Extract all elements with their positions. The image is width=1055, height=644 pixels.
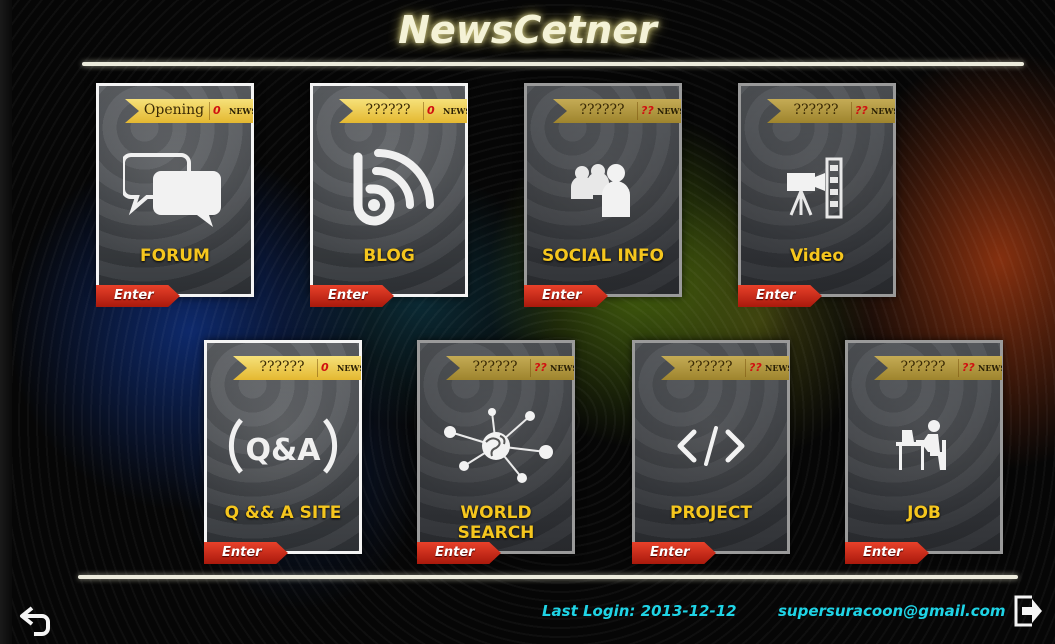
card-world-search[interactable]: ?????? ?? NEWS WORLD SEARCH Enter [417,340,575,564]
ribbon-label: ?????? [900,359,946,375]
enter-button[interactable]: Enter [417,542,501,564]
news-tag: NEWS [978,363,1007,373]
news-count: ?? [962,361,975,374]
left-edge [0,0,12,644]
blog-rss-icon [313,141,465,236]
enter-button[interactable]: Enter [96,285,180,307]
news-tag: NEWS [229,106,258,116]
ribbon-divider [317,359,318,377]
worker-desk-icon [848,398,1000,493]
enter-button[interactable]: Enter [204,542,288,564]
news-count: ?? [855,104,868,117]
chat-bubbles-icon [99,141,251,236]
ribbon-divider [637,102,638,120]
ribbon-label: Opening [143,102,205,118]
ribbon-label: ?????? [472,359,518,375]
news-tag: NEWS [337,363,366,373]
ribbon-divider [423,102,424,120]
news-count: 0 [427,104,435,117]
enter-button[interactable]: Enter [845,542,929,564]
news-ribbon: Opening 0 NEWS [125,99,253,123]
card-social-info[interactable]: ?????? ?? NEWS SOCIAL INFO Enter [524,83,682,307]
news-count: ?? [749,361,762,374]
enter-button[interactable]: Enter [310,285,394,307]
card-label: Q && A SITE [224,503,342,523]
news-ribbon: ?????? ?? NEWS [661,356,789,380]
last-login-text: Last Login: 2013-12-12 [542,602,737,620]
card-label: JOB [907,503,941,523]
news-tag: NEWS [550,363,579,373]
enter-button[interactable]: Enter [632,542,716,564]
people-group-icon [527,141,679,236]
news-ribbon: ?????? ?? NEWS [446,356,574,380]
card-qa-site[interactable]: ?????? 0 NEWS Q&A Q && A SITE Enter [204,340,362,564]
ribbon-label: ?????? [579,102,625,118]
news-count: ?? [534,361,547,374]
news-count: 0 [213,104,221,117]
card-forum[interactable]: Opening 0 NEWS FORUM Enter [96,83,254,307]
card-label: FORUM [140,246,210,266]
ribbon-label: ?????? [259,359,305,375]
news-ribbon: ?????? ?? NEWS [553,99,681,123]
news-ribbon: ?????? ?? NEWS [767,99,895,123]
news-tag: NEWS [765,363,794,373]
back-arrow-icon[interactable] [18,606,54,636]
ribbon-divider [209,102,210,120]
news-tag: NEWS [443,106,472,116]
news-count: 0 [321,361,329,374]
ribbon-label: ?????? [793,102,839,118]
card-video[interactable]: ?????? ?? NEWS Video Enter [738,83,896,307]
card-label: Video [789,246,845,266]
card-label: WORLD SEARCH [457,503,535,543]
news-ribbon: ?????? ?? NEWS [874,356,1002,380]
enter-button[interactable]: Enter [738,285,822,307]
ribbon-divider [958,359,959,377]
card-project[interactable]: ?????? ?? NEWS PROJECT Enter [632,340,790,564]
world-network-icon [420,398,572,493]
card-label: PROJECT [669,503,752,523]
news-tag: NEWS [657,106,686,116]
bottom-divider [78,575,1018,579]
ribbon-divider [530,359,531,377]
card-blog[interactable]: ?????? 0 NEWS BLOG Enter [310,83,468,307]
qa-icon: Q&A [207,398,359,493]
news-tag: NEWS [871,106,900,116]
ribbon-label: ?????? [687,359,733,375]
news-ribbon: ?????? 0 NEWS [339,99,467,123]
card-label: SOCIAL INFO [541,246,665,266]
svg-text:Q&A: Q&A [246,433,322,468]
news-ribbon: ?????? 0 NEWS [233,356,361,380]
ribbon-divider [745,359,746,377]
card-job[interactable]: ?????? ?? NEWS JOB Enter [845,340,1003,564]
top-divider [82,62,1024,66]
news-count: ?? [641,104,654,117]
video-camera-icon [741,141,893,236]
ribbon-divider [851,102,852,120]
code-icon [635,398,787,493]
ribbon-label: ?????? [365,102,411,118]
card-label: BLOG [363,246,415,266]
app-title: NewsCetner [398,8,657,52]
enter-button[interactable]: Enter [524,285,608,307]
logout-icon[interactable] [1012,593,1044,629]
user-email: supersuracoon@gmail.com [778,602,1006,620]
